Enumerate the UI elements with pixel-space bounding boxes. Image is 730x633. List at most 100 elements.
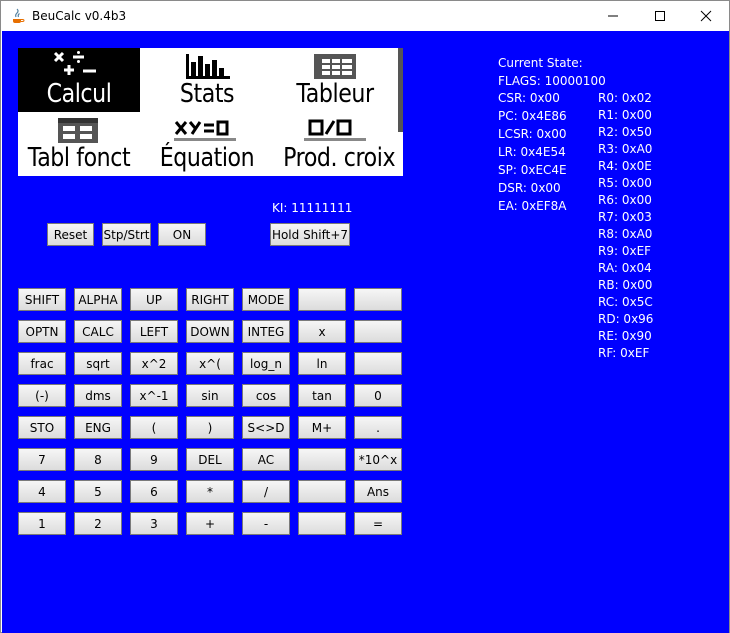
key-r5-c5[interactable] <box>298 448 346 471</box>
app-window: BeuCalc v0.4b3 Calcul Stats Tableur Tabl… <box>0 0 730 633</box>
special-register: EA: 0xEF8A <box>498 199 567 213</box>
general-register: R1: 0x00 <box>598 108 652 122</box>
key-r7-c5[interactable] <box>298 512 346 535</box>
general-register: R7: 0x03 <box>598 210 652 224</box>
key-r3-c1[interactable]: dms <box>74 384 122 407</box>
key-r1-c2[interactable]: LEFT <box>130 320 178 343</box>
special-register: LR: 0x4E54 <box>498 145 566 159</box>
general-register: R3: 0xA0 <box>598 142 653 156</box>
key-r2-c2[interactable]: x^2 <box>130 352 178 375</box>
equation-icon <box>174 120 236 141</box>
special-register: CSR: 0x00 <box>498 91 560 105</box>
key-r7-c2[interactable]: 3 <box>130 512 178 535</box>
key-r7-c3[interactable]: + <box>186 512 234 535</box>
key-r3-c5[interactable]: tan <box>298 384 346 407</box>
general-register: R4: 0x0E <box>598 159 652 173</box>
special-register: SP: 0xEC4E <box>498 163 567 177</box>
general-register: R0: 0x02 <box>598 91 652 105</box>
key-r7-c4[interactable]: - <box>242 512 290 535</box>
key-r2-c4[interactable]: log_n <box>242 352 290 375</box>
state-title: Current State: <box>498 56 583 70</box>
ki-readout: KI: 11111111 <box>272 201 353 215</box>
mode-prod-croix[interactable]: Prod. croix <box>274 112 396 176</box>
minimize-button[interactable] <box>590 1 636 31</box>
key-r0-c2[interactable]: UP <box>130 288 178 311</box>
key-r2-c3[interactable]: x^( <box>186 352 234 375</box>
key-r4-c4[interactable]: S<>D <box>242 416 290 439</box>
close-icon <box>700 10 712 22</box>
key-r5-c6[interactable]: *10^x <box>354 448 402 471</box>
special-register: DSR: 0x00 <box>498 181 561 195</box>
key-r6-c0[interactable]: 4 <box>18 480 66 503</box>
key-r4-c3[interactable]: ) <box>186 416 234 439</box>
key-r6-c3[interactable]: * <box>186 480 234 503</box>
key-r0-c4[interactable]: MODE <box>242 288 290 311</box>
maximize-button[interactable] <box>637 1 683 31</box>
key-r3-c6[interactable]: 0 <box>354 384 402 407</box>
java-icon <box>13 8 25 23</box>
hold-shift-7-button[interactable]: Hold Shift+7 <box>270 223 350 246</box>
minimize-icon <box>608 15 618 17</box>
general-register: R6: 0x00 <box>598 193 652 207</box>
general-register: R8: 0xA0 <box>598 227 653 241</box>
key-r5-c3[interactable]: DEL <box>186 448 234 471</box>
title-bar[interactable]: BeuCalc v0.4b3 <box>1 1 729 31</box>
mode-label: Prod. croix <box>283 143 396 173</box>
key-r1-c5[interactable]: x <box>298 320 346 343</box>
key-r2-c6[interactable] <box>354 352 402 375</box>
key-r4-c2[interactable]: ( <box>130 416 178 439</box>
key-r7-c6[interactable]: = <box>354 512 402 535</box>
key-r6-c5[interactable] <box>298 480 346 503</box>
mode-label: Équation <box>159 143 255 173</box>
key-r3-c0[interactable]: (-) <box>18 384 66 407</box>
key-r3-c4[interactable]: cos <box>242 384 290 407</box>
key-r4-c0[interactable]: STO <box>18 416 66 439</box>
key-r0-c1[interactable]: ALPHA <box>74 288 122 311</box>
key-r5-c0[interactable]: 7 <box>18 448 66 471</box>
mode-panel-scrollbar[interactable] <box>398 48 403 132</box>
key-r1-c4[interactable]: INTEG <box>242 320 290 343</box>
key-r7-c0[interactable]: 1 <box>18 512 66 535</box>
on-button[interactable]: ON <box>158 223 206 246</box>
key-r1-c3[interactable]: DOWN <box>186 320 234 343</box>
window-title: BeuCalc v0.4b3 <box>32 9 127 23</box>
flags-readout: FLAGS: 10000100 <box>498 74 606 88</box>
reset-button[interactable]: Reset <box>47 223 94 246</box>
key-r4-c6[interactable]: . <box>354 416 402 439</box>
key-r6-c1[interactable]: 5 <box>74 480 122 503</box>
close-button[interactable] <box>683 1 729 31</box>
mode-label: Stats <box>179 79 235 109</box>
key-r3-c2[interactable]: x^-1 <box>130 384 178 407</box>
key-r0-c5[interactable] <box>298 288 346 311</box>
general-register: RE: 0x90 <box>598 329 652 343</box>
key-r7-c1[interactable]: 2 <box>74 512 122 535</box>
key-r1-c6[interactable] <box>354 320 402 343</box>
mode-tableur[interactable]: Tableur <box>274 48 396 112</box>
key-r1-c1[interactable]: CALC <box>74 320 122 343</box>
key-r0-c3[interactable]: RIGHT <box>186 288 234 311</box>
key-r5-c1[interactable]: 8 <box>74 448 122 471</box>
key-r4-c1[interactable]: ENG <box>74 416 122 439</box>
key-r6-c2[interactable]: 6 <box>130 480 178 503</box>
key-r4-c5[interactable]: M+ <box>298 416 346 439</box>
key-r0-c6[interactable] <box>354 288 402 311</box>
general-register: R5: 0x00 <box>598 176 652 190</box>
key-r3-c3[interactable]: sin <box>186 384 234 407</box>
key-r5-c2[interactable]: 9 <box>130 448 178 471</box>
key-r6-c6[interactable]: Ans <box>354 480 402 503</box>
key-r2-c1[interactable]: sqrt <box>74 352 122 375</box>
mode-tabl-fonct[interactable]: Tabl fonct <box>18 112 140 176</box>
key-r1-c0[interactable]: OPTN <box>18 320 66 343</box>
general-register: R2: 0x50 <box>598 125 652 139</box>
key-r0-c0[interactable]: SHIFT <box>18 288 66 311</box>
key-r6-c4[interactable]: / <box>242 480 290 503</box>
key-r2-c0[interactable]: frac <box>18 352 66 375</box>
mode-label: Tabl fonct <box>27 143 131 173</box>
stop-start-button[interactable]: Stp/Strt <box>102 223 151 246</box>
key-r5-c4[interactable]: AC <box>242 448 290 471</box>
key-r2-c5[interactable]: ln <box>298 352 346 375</box>
mode-calcul[interactable]: Calcul <box>18 48 140 112</box>
mode-stats[interactable]: Stats <box>146 48 268 112</box>
tabl-fonct-icon <box>58 118 98 143</box>
mode-equation[interactable]: Équation <box>146 112 268 176</box>
